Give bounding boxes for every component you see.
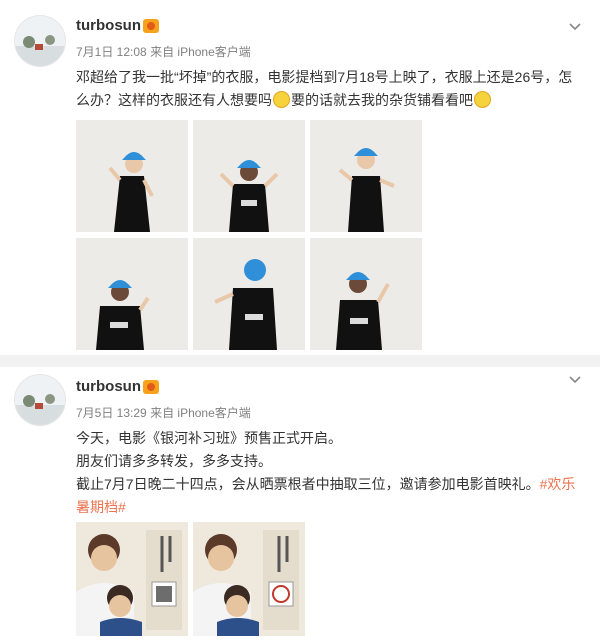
chevron-down-icon[interactable] bbox=[568, 22, 582, 32]
post-text-line: 么办？这样的衣服还有人想要吗 要的话就去我的杂货铺看看吧 bbox=[76, 89, 591, 112]
username[interactable]: turbosun bbox=[76, 378, 141, 395]
post-source: 来自 iPhone客户端 bbox=[150, 45, 251, 59]
post-text-part: 么办？这样的衣服还有人想要吗 bbox=[76, 92, 272, 108]
post-source: 来自 iPhone客户端 bbox=[150, 406, 251, 420]
weibo-post-1: turbosun 7月1日 12:08 来自 iPhone客户端 邓超给了我一批… bbox=[0, 0, 600, 355]
avatar[interactable] bbox=[14, 374, 66, 426]
post-text-line: 暑期档# bbox=[76, 496, 591, 519]
photo-thumbnail[interactable] bbox=[310, 120, 422, 232]
chevron-down-icon[interactable] bbox=[568, 375, 582, 385]
photo-thumbnail[interactable] bbox=[193, 120, 305, 232]
post-text-line: 朋友们请多多转发，多多支持。 bbox=[76, 453, 272, 469]
vip-badge-icon bbox=[143, 380, 159, 394]
post-separator bbox=[0, 355, 600, 367]
post-text-part: 要的话就去我的杂货铺看看吧 bbox=[291, 92, 473, 108]
post-time[interactable]: 7月1日 12:08 bbox=[76, 45, 147, 59]
movie-poster-thumbnail[interactable] bbox=[76, 522, 188, 636]
vip-badge-icon bbox=[143, 19, 159, 33]
post-text-line: 邓超给了我一批“坏掉”的衣服，电影提档到7月18号上映了，衣服上还是26号，怎 bbox=[76, 69, 573, 85]
photo-thumbnail[interactable] bbox=[193, 238, 305, 350]
smile-emoji-icon bbox=[273, 91, 290, 108]
post-meta: 7月1日 12:08 来自 iPhone客户端 bbox=[76, 43, 251, 60]
post-text: 今天，电影《银河补习班》预售正式开启。 朋友们请多多转发，多多支持。 截止7月7… bbox=[76, 427, 591, 519]
post-meta: 7月5日 13:29 来自 iPhone客户端 bbox=[76, 404, 251, 421]
grin-emoji-icon bbox=[474, 91, 491, 108]
topic-tag-link[interactable]: 暑期档# bbox=[76, 499, 126, 515]
photo-thumbnail[interactable] bbox=[76, 120, 188, 232]
post-text: 邓超给了我一批“坏掉”的衣服，电影提档到7月18号上映了，衣服上还是26号，怎 … bbox=[76, 66, 591, 112]
post-text-part: 截止7月7日晚二十四点，会从晒票根者中抽取三位，邀请参加电影首映礼。 bbox=[76, 476, 540, 492]
movie-poster-thumbnail[interactable] bbox=[193, 522, 305, 636]
topic-tag-link[interactable]: #欢乐 bbox=[540, 476, 576, 492]
avatar[interactable] bbox=[14, 15, 66, 67]
photo-grid bbox=[76, 120, 422, 350]
post-text-line: 今天，电影《银河补习班》预售正式开启。 bbox=[76, 430, 342, 446]
username[interactable]: turbosun bbox=[76, 17, 141, 34]
post-text-line: 截止7月7日晚二十四点，会从晒票根者中抽取三位，邀请参加电影首映礼。#欢乐 bbox=[76, 473, 591, 496]
post-time[interactable]: 7月5日 13:29 bbox=[76, 406, 147, 420]
photo-thumbnail[interactable] bbox=[310, 238, 422, 350]
photo-thumbnail[interactable] bbox=[76, 238, 188, 350]
